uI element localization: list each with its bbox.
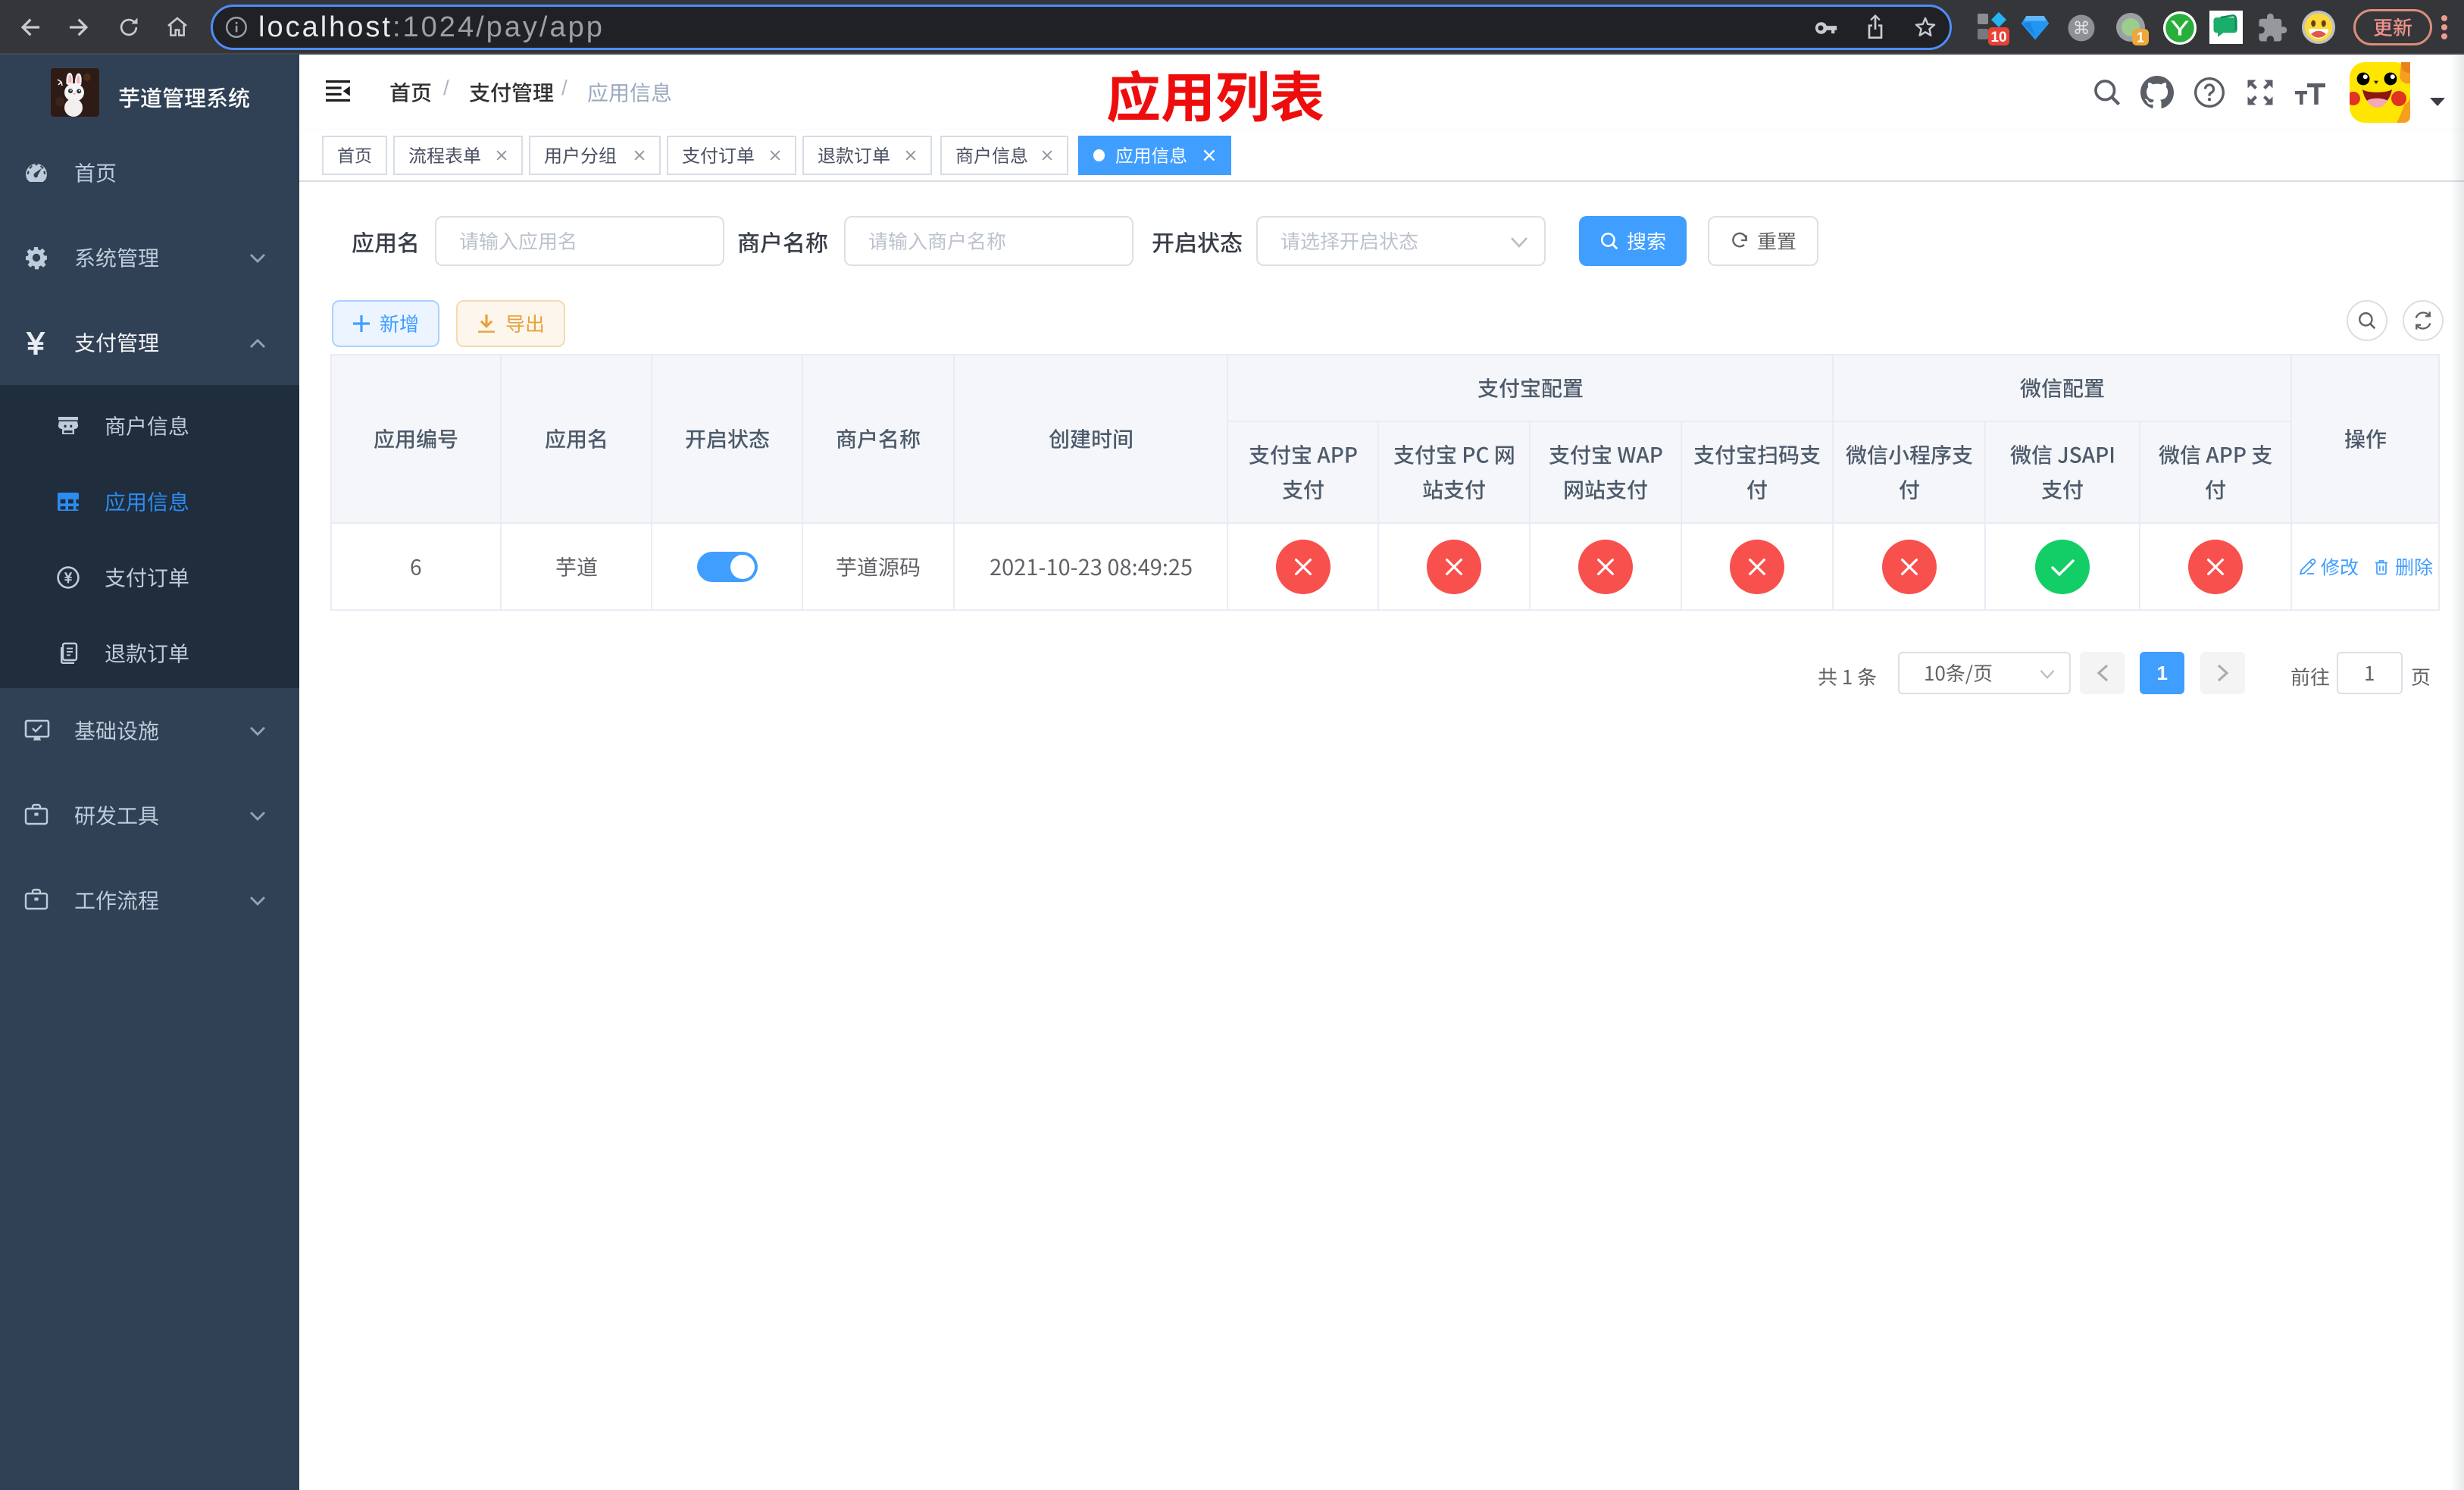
svg-text:10: 10 bbox=[1990, 30, 2006, 45]
svg-text:1: 1 bbox=[2137, 30, 2144, 45]
svg-text:⌘: ⌘ bbox=[2073, 18, 2090, 38]
